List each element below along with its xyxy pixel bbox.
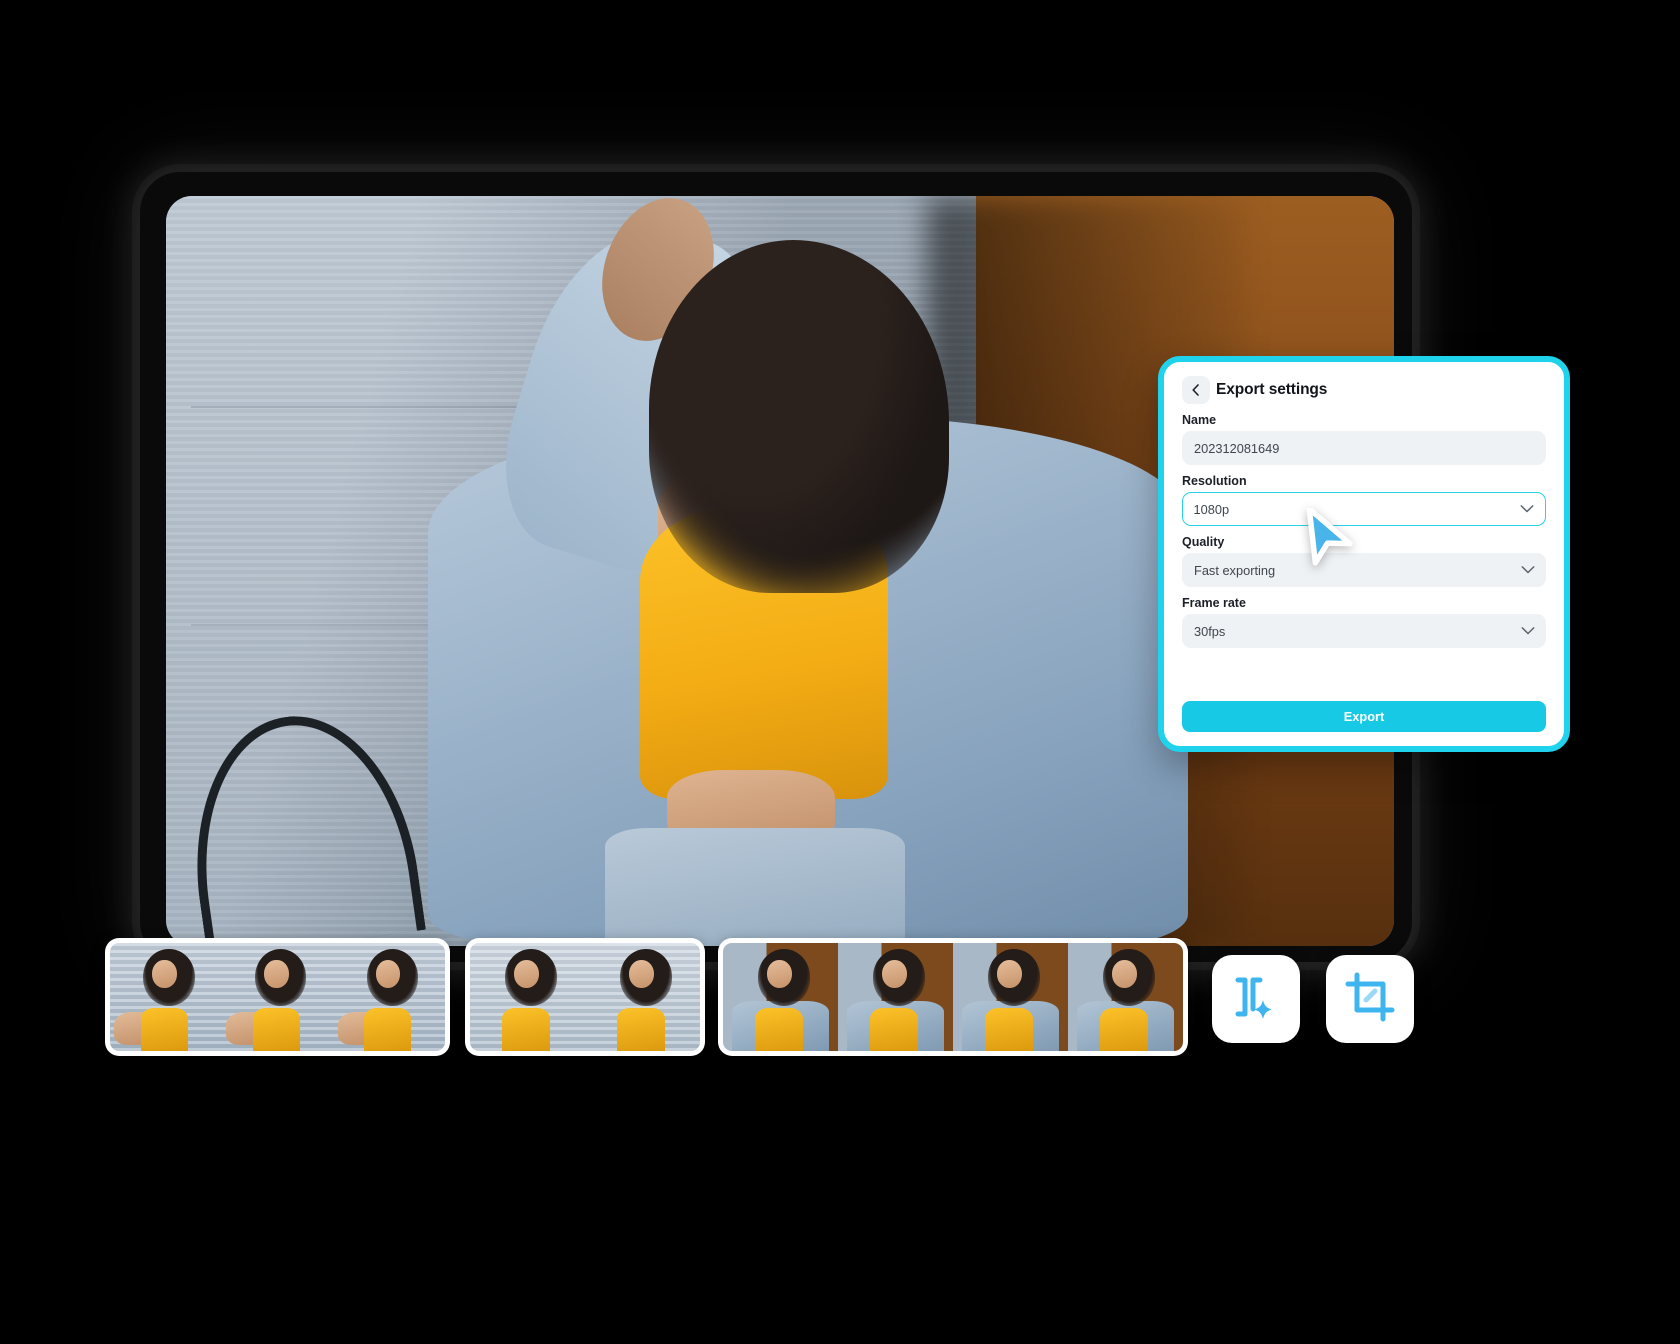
field-label-frame-rate: Frame rate (1182, 596, 1246, 610)
app-root: Export settings Name 202312081649 Resolu… (0, 0, 1680, 1344)
quality-select[interactable]: Fast exporting (1182, 553, 1546, 587)
thumbnail (838, 943, 953, 1051)
auto-cut-magic-button[interactable] (1212, 955, 1300, 1043)
clip-2-frames (470, 943, 700, 1051)
field-label-resolution: Resolution (1182, 474, 1247, 488)
thumbnail (953, 943, 1068, 1051)
resolution-select-value: 1080p (1193, 501, 1230, 517)
thumbnail (585, 943, 700, 1051)
crop-button[interactable] (1326, 955, 1414, 1043)
timeline-clip-2[interactable] (465, 938, 705, 1056)
back-button[interactable] (1182, 376, 1210, 404)
thumbnail (723, 943, 838, 1051)
export-button[interactable]: Export (1182, 701, 1546, 732)
frame-rate-select[interactable]: 30fps (1182, 614, 1546, 648)
subject-jeans (604, 828, 906, 946)
clip-1-frames (110, 943, 445, 1051)
thumbnail (470, 943, 585, 1051)
export-button-label: Export (1343, 709, 1385, 724)
panel-header: Export settings (1182, 376, 1546, 404)
quality-select-value: Fast exporting (1194, 562, 1276, 578)
thumbnail (221, 943, 334, 1051)
thumbnail (1068, 943, 1183, 1051)
name-input[interactable]: 202312081649 (1182, 431, 1546, 465)
subject-person (375, 196, 1259, 946)
field-label-quality: Quality (1182, 535, 1225, 549)
timeline-clip-3[interactable] (718, 938, 1188, 1056)
timeline (0, 930, 1680, 1070)
chevron-down-icon (1521, 624, 1535, 639)
crop-icon (1344, 971, 1396, 1028)
clip-3-frames (723, 943, 1183, 1051)
field-label-name: Name (1182, 413, 1217, 427)
chevron-down-icon (1520, 502, 1534, 517)
chevron-down-icon (1521, 563, 1535, 578)
timeline-clip-1[interactable] (105, 938, 450, 1056)
subject-hair (648, 240, 950, 594)
frame-rate-select-value: 30fps (1194, 623, 1226, 639)
resolution-select[interactable]: 1080p (1182, 492, 1546, 526)
thumbnail (110, 943, 222, 1051)
export-settings-panel: Export settings Name 202312081649 Resolu… (1158, 356, 1570, 752)
panel-title: Export settings (1216, 381, 1328, 398)
thumbnail (333, 943, 445, 1051)
chevron-left-icon (1189, 383, 1203, 397)
name-input-value: 202312081649 (1194, 440, 1280, 456)
split-sparkle-icon (1230, 971, 1282, 1028)
